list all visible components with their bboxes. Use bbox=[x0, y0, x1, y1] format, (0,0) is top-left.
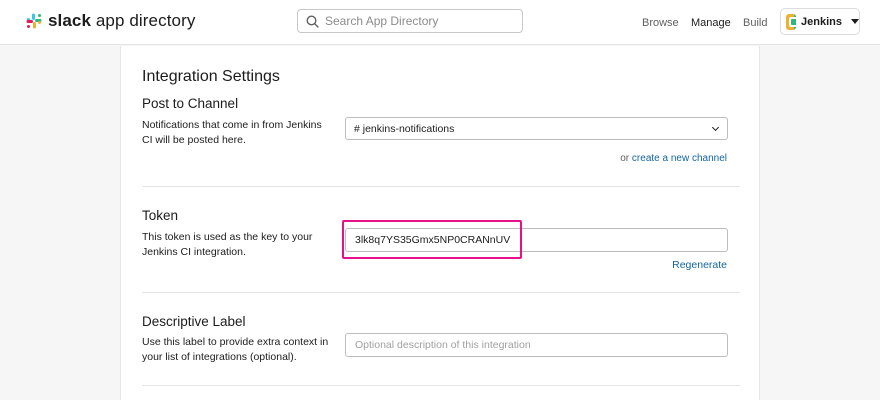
slack-logo-icon bbox=[26, 13, 42, 29]
descriptive-label-input[interactable] bbox=[345, 333, 728, 357]
token-description: This token is used as the key to your Je… bbox=[142, 231, 313, 258]
logo-text: slack app directory bbox=[48, 11, 196, 30]
chevron-down-icon bbox=[711, 123, 720, 132]
workspace-name: Jenkins bbox=[801, 15, 842, 28]
search-box[interactable] bbox=[297, 9, 523, 33]
page-title: Integration Settings bbox=[142, 68, 280, 85]
token-heading: Token bbox=[142, 208, 179, 223]
create-channel-line: or create a new channel bbox=[620, 153, 727, 164]
token-input[interactable] bbox=[345, 228, 728, 252]
nav-manage-link[interactable]: Manage bbox=[691, 17, 731, 29]
descriptive-label-description: Use this label to provide extra context … bbox=[142, 336, 329, 363]
top-bar: slack app directory Browse Manage Build … bbox=[0, 0, 880, 45]
post-to-channel-heading: Post to Channel bbox=[142, 96, 239, 111]
nav-build-link[interactable]: Build bbox=[743, 17, 767, 29]
slack-logo[interactable]: slack app directory bbox=[26, 11, 195, 31]
search-icon bbox=[306, 14, 319, 28]
or-text: or bbox=[620, 153, 632, 164]
nav-browse-link[interactable]: Browse bbox=[642, 17, 679, 29]
divider bbox=[142, 186, 740, 187]
post-to-channel-description: Notifications that come in from Jenkins … bbox=[142, 119, 322, 146]
divider bbox=[142, 292, 740, 293]
search-input[interactable] bbox=[325, 14, 515, 28]
regenerate-token-link[interactable]: Regenerate bbox=[672, 259, 727, 271]
divider bbox=[142, 385, 740, 386]
workspace-switcher-button[interactable]: Jenkins bbox=[780, 8, 860, 35]
descriptive-label-heading: Descriptive Label bbox=[142, 314, 246, 329]
caret-down-icon bbox=[851, 19, 859, 24]
create-channel-link[interactable]: create a new channel bbox=[632, 153, 727, 164]
channel-select-value: # jenkins-notifications bbox=[354, 122, 455, 135]
channel-select[interactable]: # jenkins-notifications bbox=[345, 117, 728, 140]
workspace-icon bbox=[786, 13, 797, 30]
integration-settings-card: Integration Settings Post to Channel Not… bbox=[120, 46, 760, 400]
